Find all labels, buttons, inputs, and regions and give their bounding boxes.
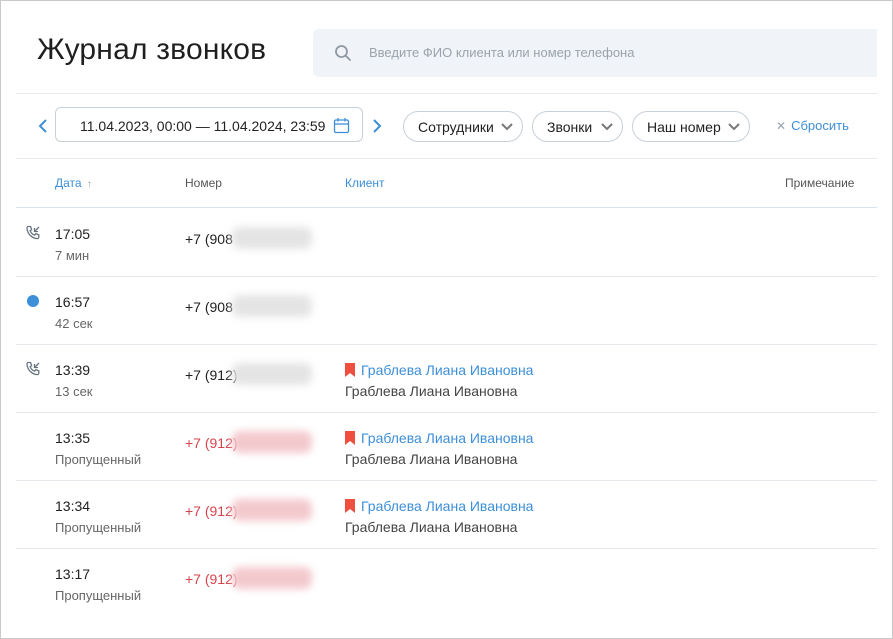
calls-filter-label: Звонки (547, 119, 593, 135)
phone-number-redacted (232, 363, 312, 385)
client-link[interactable]: Граблева Лиана Ивановна (345, 498, 533, 514)
phone-number-redacted (232, 499, 312, 521)
client-name: Граблева Лиана Ивановна (361, 430, 534, 446)
calendar-icon[interactable] (333, 117, 350, 134)
phone-number[interactable]: +7 (912) (185, 435, 238, 451)
client-contact-name: Граблева Лиана Ивановна (345, 383, 518, 399)
table-row[interactable]: 17:05 7 мин +7 (908 (16, 209, 877, 277)
phone-number[interactable]: +7 (908 (185, 231, 233, 247)
filters-divider (16, 158, 877, 159)
column-header-note: Примечание (785, 176, 855, 190)
call-time: 13:39 (55, 362, 91, 378)
phone-incoming-icon (26, 361, 40, 376)
date-range-value: 11.04.2023, 00:00 — 11.04.2024, 23:59 (80, 118, 326, 134)
phone-number[interactable]: +7 (912) (185, 571, 238, 587)
call-time: 17:05 (55, 226, 91, 242)
employees-filter[interactable]: Сотрудники (403, 111, 523, 142)
client-contact-name: Граблева Лиана Ивановна (345, 451, 518, 467)
our-number-filter-label: Наш номер (647, 119, 721, 135)
phone-number[interactable]: +7 (908 (185, 299, 233, 315)
call-duration: Пропущенный (55, 520, 142, 535)
date-range-input[interactable]: 11.04.2023, 00:00 — 11.04.2024, 23:59 (55, 107, 363, 142)
bookmark-icon (345, 363, 355, 377)
call-duration: Пропущенный (55, 452, 142, 467)
bookmark-icon (345, 499, 355, 513)
close-icon: ✕ (776, 119, 787, 133)
table-row[interactable]: 13:17 Пропущенный +7 (912) (16, 549, 877, 617)
column-header-number[interactable]: Номер (185, 176, 222, 190)
call-time: 13:34 (55, 498, 91, 514)
client-name: Граблева Лиана Ивановна (361, 498, 534, 514)
table-row[interactable]: 13:34 Пропущенный +7 (912) Граблева Лиан… (16, 481, 877, 549)
phone-number[interactable]: +7 (912) (185, 503, 238, 519)
call-duration: Пропущенный (55, 588, 142, 603)
reset-filters-button[interactable]: ✕ Сбросить (776, 118, 849, 133)
search-icon (335, 45, 351, 61)
chevron-down-icon (501, 123, 513, 131)
calls-filter[interactable]: Звонки (532, 111, 623, 142)
call-duration: 42 сек (55, 316, 93, 331)
phone-number-redacted (232, 295, 312, 317)
chevron-down-icon (728, 123, 740, 131)
client-link[interactable]: Граблева Лиана Ивановна (345, 430, 533, 446)
call-time: 13:17 (55, 566, 91, 582)
phone-incoming-icon (26, 225, 40, 240)
chevron-down-icon (601, 123, 613, 131)
bookmark-icon (345, 431, 355, 445)
client-link[interactable]: Граблева Лиана Ивановна (345, 362, 533, 378)
call-time: 16:57 (55, 294, 91, 310)
column-header-date[interactable]: Дата ↑ (55, 176, 92, 190)
phone-number-redacted (232, 567, 312, 589)
column-header-date-label: Дата (55, 176, 82, 190)
sort-arrow-icon: ↑ (86, 179, 92, 190)
call-duration: 13 сек (55, 384, 93, 399)
employees-filter-label: Сотрудники (418, 119, 494, 135)
search-bar[interactable]: Введите ФИО клиента или номер телефона (313, 29, 877, 77)
active-call-indicator-icon (27, 295, 39, 307)
search-input[interactable]: Введите ФИО клиента или номер телефона (369, 45, 634, 60)
our-number-filter[interactable]: Наш номер (632, 111, 750, 142)
column-header-client[interactable]: Клиент (345, 176, 385, 190)
table-row[interactable]: 13:35 Пропущенный +7 (912) Граблева Лиан… (16, 413, 877, 481)
phone-number[interactable]: +7 (912) (185, 367, 238, 383)
table-row[interactable]: 16:57 42 сек +7 (908 (16, 277, 877, 345)
chevron-right-icon[interactable] (370, 116, 384, 136)
table-row[interactable]: 13:39 13 сек +7 (912) Граблева Лиана Ива… (16, 345, 877, 413)
client-contact-name: Граблева Лиана Ивановна (345, 519, 518, 535)
phone-number-redacted (232, 431, 312, 453)
reset-filters-label: Сбросить (791, 118, 849, 133)
header-divider (16, 93, 877, 94)
page-title: Журнал звонков (37, 33, 267, 66)
call-duration: 7 мин (55, 248, 90, 263)
client-name: Граблева Лиана Ивановна (361, 362, 534, 378)
table-header-divider (16, 207, 877, 208)
call-time: 13:35 (55, 430, 91, 446)
chevron-left-icon[interactable] (36, 116, 50, 136)
phone-number-redacted (232, 227, 312, 249)
